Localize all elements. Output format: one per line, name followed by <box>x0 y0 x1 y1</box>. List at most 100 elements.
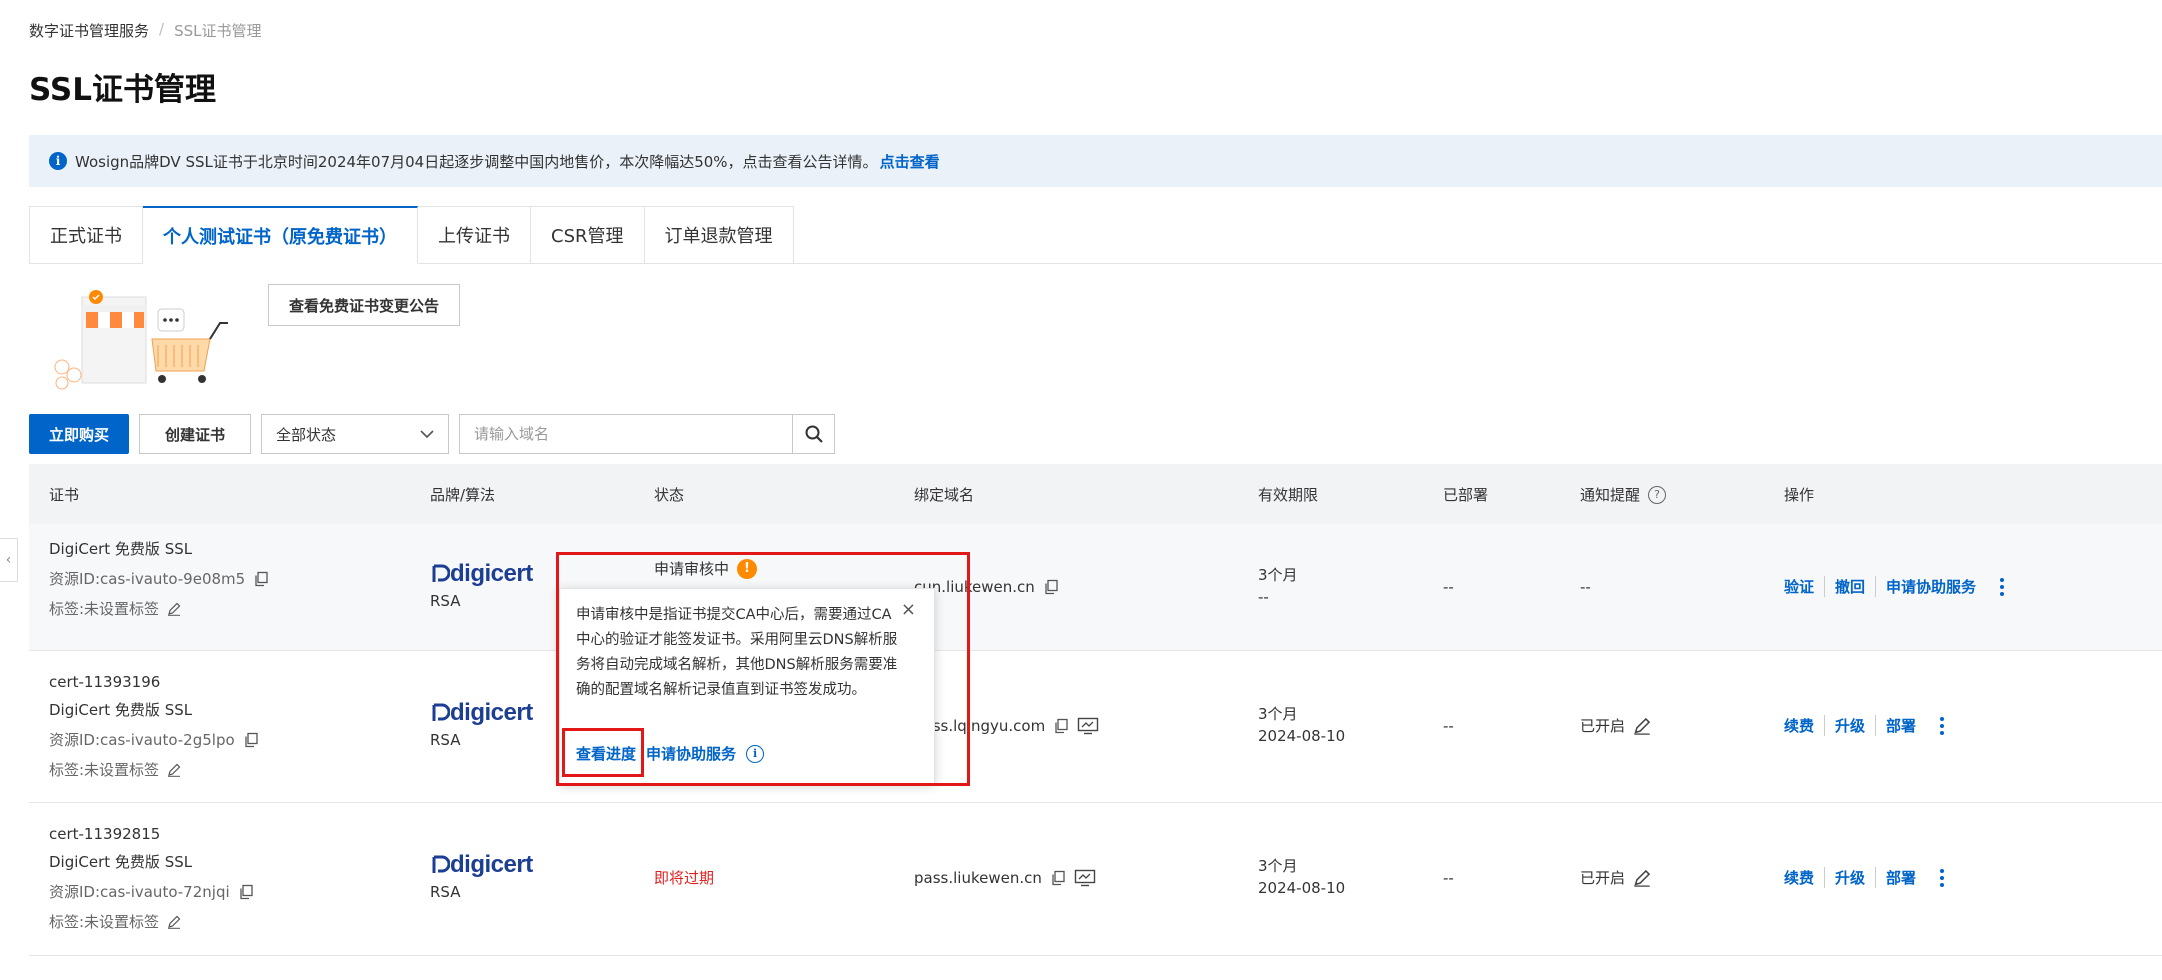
tab-bar: 正式证书 个人测试证书（原免费证书） 上传证书 CSR管理 订单退款管理 <box>29 206 794 264</box>
page-title: SSL证书管理 <box>29 72 217 108</box>
tab-upload-cert[interactable]: 上传证书 <box>418 206 531 264</box>
col-deployed: 已部署 <box>1443 486 1489 504</box>
edit-icon[interactable] <box>1633 717 1651 735</box>
create-cert-button[interactable]: 创建证书 <box>139 414 251 454</box>
info-icon[interactable]: i <box>746 744 765 763</box>
verify-link[interactable]: 验证 <box>1784 576 1824 597</box>
copy-icon[interactable] <box>243 732 259 748</box>
deployed: -- <box>1443 869 1454 887</box>
expiry-date: 2024-08-10 <box>1258 727 1346 745</box>
withdraw-link[interactable]: 撤回 <box>1824 576 1875 597</box>
status-popover: 申请审核中是指证书提交CA中心后，需要通过CA中心的验证才能签发证书。采用阿里云… <box>559 588 935 784</box>
algorithm: RSA <box>430 731 461 749</box>
breadcrumb-parent[interactable]: 数字证书管理服务 <box>29 20 149 41</box>
free-cert-notice-button[interactable]: 查看免费证书变更公告 <box>268 284 460 326</box>
deploy-link[interactable]: 部署 <box>1875 715 1926 736</box>
expiry-date: 2024-08-10 <box>1258 879 1346 897</box>
col-notify-label: 通知提醒 <box>1580 486 1641 504</box>
notify-status: 已开启 <box>1580 717 1626 735</box>
cert-tag: 标签:未设置标签 <box>49 761 160 779</box>
expiry-date: -- <box>1258 588 1269 606</box>
status-select-value: 全部状态 <box>276 425 337 444</box>
shop-cart-illustration <box>52 287 242 391</box>
cert-tag: 标签:未设置标签 <box>49 600 160 618</box>
table-row: cert-11393196 DigiCert 免费版 SSL 资源ID:cas-… <box>29 651 2162 803</box>
view-progress-link[interactable]: 查看进度 <box>576 743 636 764</box>
monitor-icon[interactable] <box>1074 869 1096 887</box>
domain-search-input[interactable] <box>460 415 792 453</box>
resource-id: 资源ID:cas-ivauto-2g5lpo <box>49 731 235 749</box>
more-vertical-icon[interactable] <box>2000 577 2005 596</box>
copy-icon[interactable] <box>253 571 269 587</box>
algorithm: RSA <box>430 592 461 610</box>
copy-icon[interactable] <box>1043 579 1059 595</box>
notice-bar: i Wosign品牌DV SSL证书于北京时间2024年07月04日起逐步调整中… <box>29 135 2162 187</box>
breadcrumb: 数字证书管理服务 / SSL证书管理 <box>29 20 261 41</box>
chevron-left-icon: ‹ <box>5 552 12 568</box>
resource-id: 资源ID:cas-ivauto-9e08m5 <box>49 570 246 588</box>
cert-tag: 标签:未设置标签 <box>49 913 160 931</box>
upgrade-link[interactable]: 升级 <box>1824 867 1875 888</box>
tab-formal-cert[interactable]: 正式证书 <box>29 206 143 264</box>
digicert-logo: digicert <box>430 851 533 879</box>
cert-name: DigiCert 免费版 SSL <box>49 540 193 558</box>
collapse-handle[interactable]: ‹ <box>0 538 18 582</box>
deploy-link[interactable]: 部署 <box>1875 867 1926 888</box>
notify-status: -- <box>1580 578 1591 596</box>
col-cert: 证书 <box>49 486 80 504</box>
more-vertical-icon[interactable] <box>1940 868 1945 887</box>
col-domain: 绑定域名 <box>914 486 975 504</box>
bound-domain: pass.liukewen.cn <box>914 869 1042 887</box>
cert-id: cert-11392815 <box>49 825 161 843</box>
chevron-down-icon <box>420 430 434 439</box>
edit-icon[interactable] <box>167 915 181 929</box>
edit-icon[interactable] <box>1633 869 1651 887</box>
copy-icon[interactable] <box>1050 870 1066 886</box>
brand-name: digicert <box>450 851 533 878</box>
popover-text: 申请审核中是指证书提交CA中心后，需要通过CA中心的验证才能签发证书。采用阿里云… <box>576 607 898 698</box>
popover-assist-service-link[interactable]: 申请协助服务 <box>646 743 736 764</box>
tab-personal-test-cert[interactable]: 个人测试证书（原免费证书） <box>143 206 418 264</box>
algorithm: RSA <box>430 883 461 901</box>
col-ops: 操作 <box>1784 486 1815 504</box>
col-notify: 通知提醒 ? <box>1580 484 1667 505</box>
digicert-mark-icon <box>432 703 450 721</box>
breadcrumb-separator: / <box>159 20 165 38</box>
notice-link[interactable]: 点击查看 <box>880 151 940 172</box>
help-icon[interactable]: ? <box>1648 485 1667 504</box>
monitor-icon[interactable] <box>1077 717 1099 735</box>
buy-now-button[interactable]: 立即购买 <box>29 414 129 454</box>
table-row: DigiCert 免费版 SSL 资源ID:cas-ivauto-9e08m5 … <box>29 524 2162 651</box>
renew-link[interactable]: 续费 <box>1784 715 1824 736</box>
edit-icon[interactable] <box>167 602 181 616</box>
validity: 3个月 <box>1258 705 1298 723</box>
tab-order-refund[interactable]: 订单退款管理 <box>644 206 794 264</box>
copy-icon[interactable] <box>1053 718 1069 734</box>
col-status: 状态 <box>654 486 685 504</box>
tab-csr-management[interactable]: CSR管理 <box>531 206 645 264</box>
deployed: -- <box>1443 578 1454 596</box>
upgrade-link[interactable]: 升级 <box>1824 715 1875 736</box>
deployed: -- <box>1443 717 1454 735</box>
search-icon <box>805 425 823 443</box>
info-icon: i <box>49 152 67 170</box>
col-brand: 品牌/算法 <box>430 486 496 504</box>
status-select[interactable]: 全部状态 <box>261 414 449 454</box>
status-text: 即将过期 <box>654 869 715 887</box>
assist-service-link[interactable]: 申请协助服务 <box>1875 576 1986 597</box>
search-button[interactable] <box>792 415 834 453</box>
more-vertical-icon[interactable] <box>1940 716 1945 735</box>
close-icon[interactable]: × <box>901 599 916 620</box>
copy-icon[interactable] <box>238 884 254 900</box>
brand-name: digicert <box>450 560 533 587</box>
resource-id: 资源ID:cas-ivauto-72njqi <box>49 883 230 901</box>
notice-text: Wosign品牌DV SSL证书于北京时间2024年07月04日起逐步调整中国内… <box>75 152 878 171</box>
renew-link[interactable]: 续费 <box>1784 867 1824 888</box>
warning-icon[interactable]: ! <box>737 559 758 579</box>
validity: 3个月 <box>1258 857 1298 875</box>
edit-icon[interactable] <box>167 763 181 777</box>
domain-search <box>459 414 835 454</box>
digicert-mark-icon <box>432 564 450 582</box>
digicert-logo: digicert <box>430 560 533 588</box>
cert-id: cert-11393196 <box>49 673 161 691</box>
